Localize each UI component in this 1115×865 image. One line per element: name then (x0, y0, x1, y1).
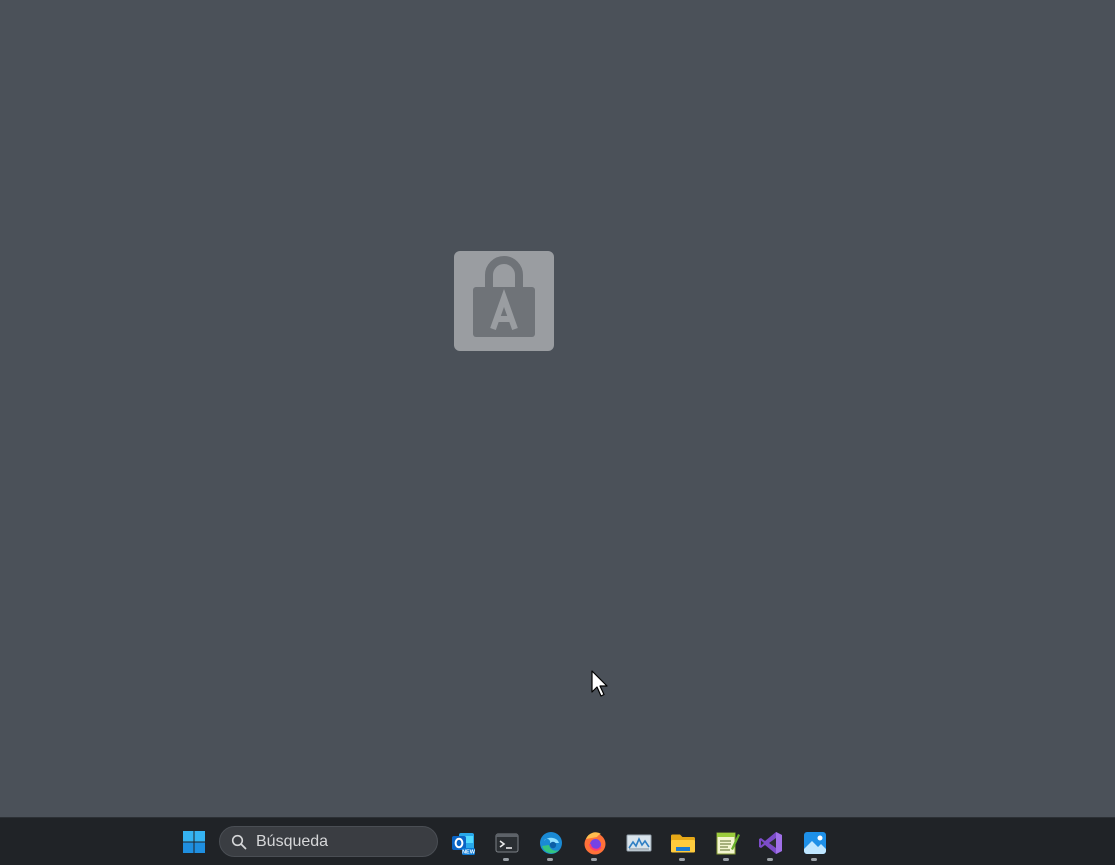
running-indicator (811, 858, 817, 861)
search-input[interactable]: Búsqueda (219, 826, 438, 857)
edge-icon[interactable] (532, 824, 568, 861)
running-indicator (503, 858, 509, 861)
terminal-icon[interactable] (488, 824, 524, 861)
mouse-pointer-icon (590, 670, 612, 700)
file-explorer-icon[interactable] (664, 824, 700, 861)
running-indicator (547, 858, 553, 861)
outlook-new-icon[interactable]: NEW (444, 824, 480, 860)
svg-text:NEW: NEW (462, 850, 476, 856)
taskbar: Búsqueda NEW (0, 817, 1115, 865)
search-placeholder: Búsqueda (256, 833, 329, 850)
running-indicator (591, 858, 597, 861)
resource-monitor-icon[interactable] (620, 824, 656, 860)
notepad-plus-icon[interactable] (708, 824, 744, 861)
firefox-icon[interactable] (576, 824, 612, 861)
running-indicator (767, 858, 773, 861)
running-indicator (723, 858, 729, 861)
keyboard-lock-icon (454, 251, 554, 351)
photos-icon[interactable] (796, 824, 832, 861)
search-icon (231, 834, 247, 850)
running-indicator (679, 858, 685, 861)
visual-studio-icon[interactable] (752, 824, 788, 861)
desktop (0, 0, 1115, 817)
windows-start-icon[interactable] (176, 824, 212, 860)
